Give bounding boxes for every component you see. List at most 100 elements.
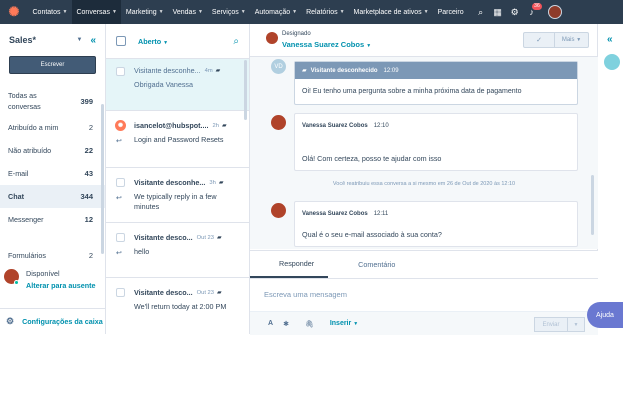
chevron-down-icon: ▼ xyxy=(62,9,68,15)
sidebar-item-todas[interactable]: Todas as conversas 399 xyxy=(0,86,105,116)
nav-vendas[interactable]: Vendas ▼ xyxy=(168,0,207,24)
chevron-down-icon[interactable]: ▼ xyxy=(76,37,82,43)
more-button[interactable]: Mais ▼ xyxy=(555,32,589,48)
chevron-down-icon: ▼ xyxy=(423,9,429,15)
inbox-settings-label: Configurações da caixa de entrada xyxy=(22,317,105,326)
visitor-avatar: VD xyxy=(271,59,286,74)
text-format-icon[interactable]: A xyxy=(268,320,273,327)
assignee-selector[interactable]: Vanessa Suarez Cobos ▼ xyxy=(282,40,371,49)
contact-name: Visitante desconhe... xyxy=(134,66,201,75)
conversation-list: Aberto ▼ ⌕ Visitante desconhe... 4m ▰ Obri… xyxy=(106,24,250,334)
row-checkbox[interactable] xyxy=(116,233,125,242)
nav-contatos[interactable]: Contatos ▼ xyxy=(28,0,72,24)
sidebar-item-count: 43 xyxy=(84,169,93,178)
inbox-title: Sales* xyxy=(9,35,37,45)
snippet: We typically reply in a few minutes xyxy=(134,192,217,211)
message-sender: Visitante desconhecido xyxy=(310,67,378,74)
chevron-down-icon: ▼ xyxy=(240,9,246,15)
sidebar-item-label: Todas as conversas xyxy=(8,91,41,111)
availability-status: Disponível xyxy=(26,269,60,278)
row-checkbox[interactable] xyxy=(116,67,125,76)
sidebar-item-nao-atribuido[interactable]: Não atribuído 22 xyxy=(0,139,105,162)
sidebar-item-chat[interactable]: Chat 344 xyxy=(0,185,105,208)
nav-marketing[interactable]: Marketing ▼ xyxy=(121,0,168,24)
nav-automacao[interactable]: Automação ▼ xyxy=(250,0,301,24)
nav-marketplace[interactable]: Marketplace de ativos ▼ xyxy=(349,0,433,24)
message-input[interactable]: Escreva uma mensagem xyxy=(250,279,598,310)
list-scrollbar[interactable] xyxy=(244,60,247,120)
email-channel-icon: ▰ xyxy=(221,123,227,129)
close-conversation-button[interactable]: ✓ xyxy=(523,32,555,48)
agent-message: Vanessa Suarez Cobos 12:11 Qual é o seu e… xyxy=(294,201,578,247)
chat-channel-icon: ▰ xyxy=(217,290,222,296)
chevron-down-icon: ▼ xyxy=(366,43,372,49)
marketplace-icon[interactable]: ▦ xyxy=(489,0,506,24)
nav-parceiro[interactable]: Parceiro xyxy=(433,0,468,24)
main-menu: Contatos ▼ Conversas ▼ Marketing ▼ Vendas ▼ … xyxy=(28,0,468,24)
search-icon[interactable]: ⌕ xyxy=(472,0,489,24)
list-item[interactable]: Visitante desco... Out 23 ▰ We'll return t… xyxy=(106,278,249,334)
nav-servicos[interactable]: Serviços ▼ xyxy=(207,0,250,24)
gear-icon: ⚙ xyxy=(6,316,15,326)
snippet: Login and Password Resets xyxy=(134,135,224,144)
contact-avatar[interactable] xyxy=(604,54,620,70)
compose-button[interactable]: Escrever xyxy=(9,56,96,74)
contact-name: Visitante desconhe... xyxy=(134,178,206,187)
sidebar-item-messenger[interactable]: Messenger 12 xyxy=(0,208,105,231)
timestamp: Out 23 xyxy=(196,234,214,241)
collapse-sidebar-icon[interactable]: « xyxy=(90,35,96,46)
account-avatar[interactable] xyxy=(548,5,563,19)
status-dot xyxy=(14,280,19,285)
sidebar-item-count: 2 xyxy=(88,251,93,260)
row-checkbox[interactable] xyxy=(116,178,125,187)
sidebar-item-email[interactable]: E-mail 43 xyxy=(0,162,105,185)
snippet-icon[interactable]: ✱ xyxy=(283,320,289,328)
attachment-icon[interactable]: 🖇 xyxy=(305,320,314,328)
select-all-checkbox[interactable] xyxy=(116,36,126,46)
sidebar-item-count: 2 xyxy=(88,123,93,132)
list-item[interactable]: ↩ Visitante desco... Out 23 ▰ hello xyxy=(106,223,249,278)
thread-scrollbar[interactable] xyxy=(591,175,594,235)
status-filter[interactable]: Aberto ▼ xyxy=(138,37,168,46)
settings-gear-icon[interactable]: ⚙ xyxy=(506,0,523,24)
sidebar-item-count: 22 xyxy=(84,146,93,155)
message-time: 12:11 xyxy=(373,211,389,217)
availability-panel: Disponível Alterar para ausente xyxy=(0,263,105,295)
sidebar-item-label: Messenger xyxy=(8,215,44,224)
sidebar-item-label: Formulários xyxy=(8,251,46,260)
set-away-link[interactable]: Alterar para ausente xyxy=(26,281,105,290)
row-checkbox[interactable] xyxy=(116,288,125,297)
inbox-settings-link[interactable]: ⚙ Configurações da caixa de entrada xyxy=(0,308,105,334)
chat-channel-icon: ▰ xyxy=(215,68,221,74)
snippet: We'll return today at 2:00 PM xyxy=(134,302,227,311)
hubspot-logo-icon[interactable]: ✺ xyxy=(0,0,28,24)
reply-arrow-icon: ↩ xyxy=(116,250,122,257)
conversation-header: Designado Vanessa Suarez Cobos ▼ ✓ Mais … xyxy=(250,24,597,57)
send-button[interactable]: Enviar xyxy=(534,317,568,332)
reply-arrow-icon: ↩ xyxy=(116,138,122,145)
snippet: hello xyxy=(134,247,150,256)
notifications-icon[interactable]: ♪ 36 xyxy=(523,0,542,24)
sidebar-item-atribuido[interactable]: Atribuído a mim 2 xyxy=(0,116,105,139)
contact-name: Visitante desco... xyxy=(134,288,193,297)
sidebar-item-label: Não atribuído xyxy=(8,146,52,155)
list-item[interactable]: ↩ Visitante desconhe... 3h ▰ We typically … xyxy=(106,168,249,223)
sidebar-item-label: E-mail xyxy=(8,169,29,178)
nav-relatorios[interactable]: Relatórios ▼ xyxy=(302,0,349,24)
sidebar-scrollbar[interactable] xyxy=(101,104,104,254)
tab-reply[interactable]: Responder xyxy=(250,251,329,278)
search-icon[interactable]: ⌕ xyxy=(233,36,239,47)
agent-avatar xyxy=(271,115,286,130)
list-item[interactable]: Visitante desconhe... 4m ▰ Obrigada Vaness… xyxy=(106,59,249,111)
tab-comment[interactable]: Comentário xyxy=(328,251,409,278)
timestamp: Out 23 xyxy=(196,289,214,296)
send-options-icon[interactable]: ▼ xyxy=(568,317,585,332)
nav-conversas[interactable]: Conversas ▼ xyxy=(71,0,122,24)
list-item[interactable]: ✺ ↩ isancelot@hubspot.... 2h ▰ Login and P… xyxy=(106,111,249,168)
chat-icon: ▰ xyxy=(302,68,307,74)
contact-name: isancelot@hubspot.... xyxy=(134,121,209,130)
insert-menu[interactable]: Inserir ▼ xyxy=(330,320,358,327)
inbox-selector[interactable]: Sales* ▼ « xyxy=(0,24,105,56)
expand-panel-icon[interactable]: « xyxy=(607,34,613,45)
help-button[interactable]: Ajuda xyxy=(587,302,623,328)
